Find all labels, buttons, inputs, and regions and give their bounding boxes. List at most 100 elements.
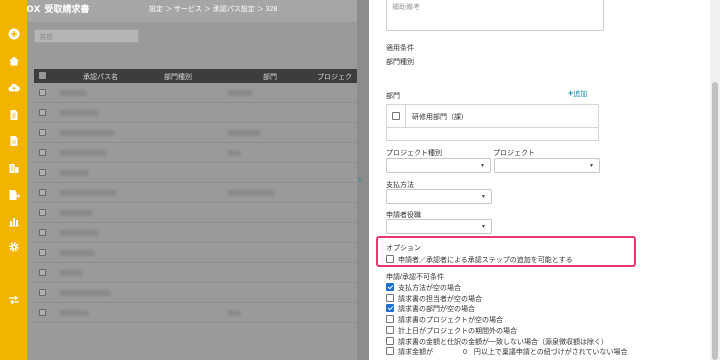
restriction-checkbox[interactable] xyxy=(386,325,394,334)
left-nav-rail xyxy=(0,0,27,360)
app-logo: invox受取請求書 xyxy=(27,1,89,15)
restriction-checkbox[interactable] xyxy=(386,336,394,345)
redacted-cell xyxy=(227,190,275,196)
option-add-step-label: 申請者／承認者による承認ステップの追加を可能とする xyxy=(398,257,573,264)
redacted-cell xyxy=(59,130,115,136)
cloud-upload-icon[interactable] xyxy=(7,81,20,94)
dept-label: 部門 xyxy=(386,93,400,100)
building-icon[interactable] xyxy=(7,161,20,174)
table-row[interactable] xyxy=(34,143,357,163)
table-row[interactable] xyxy=(34,203,357,223)
dept-row: 研修用部門（課） xyxy=(387,105,598,128)
options-title: オプション xyxy=(386,245,421,252)
row-checkbox[interactable] xyxy=(39,169,46,176)
table-row[interactable] xyxy=(34,263,357,283)
dept-row-checkbox[interactable] xyxy=(392,112,400,120)
document-arrow-icon[interactable] xyxy=(7,188,20,201)
add-dept-label: 追加 xyxy=(573,91,588,98)
redacted-cell xyxy=(59,210,93,216)
table-row[interactable] xyxy=(34,223,357,243)
table-row[interactable] xyxy=(34,163,357,183)
name-search-input[interactable]: 名前 xyxy=(34,29,139,43)
transfer-icon[interactable] xyxy=(7,293,20,306)
table-row[interactable] xyxy=(34,123,357,143)
redacted-cell xyxy=(227,90,253,96)
restriction-checkbox[interactable] xyxy=(386,293,394,302)
restriction-checkbox[interactable] xyxy=(386,347,394,356)
table-row[interactable] xyxy=(34,183,357,203)
gear-icon[interactable] xyxy=(7,240,20,253)
chevron-down-icon: ▼ xyxy=(589,163,594,169)
conditions-title: 適用条件 xyxy=(386,45,414,52)
redacted-cell xyxy=(59,90,87,96)
redacted-cell xyxy=(59,110,99,116)
table-row[interactable] xyxy=(34,83,357,103)
dept-table: 研修用部門（課） xyxy=(386,104,599,141)
redacted-cell xyxy=(59,290,111,296)
row-checkbox[interactable] xyxy=(39,249,46,256)
plus-circle-icon[interactable] xyxy=(7,27,20,40)
redacted-cell xyxy=(59,230,99,236)
redacted-cell xyxy=(59,310,89,316)
applicant-role-select[interactable]: ▼ xyxy=(386,219,492,234)
row-checkbox[interactable] xyxy=(39,309,46,316)
row-checkbox[interactable] xyxy=(39,189,46,196)
add-dept-link[interactable]: +追加 xyxy=(568,88,587,99)
remarks-placeholder: 補助備考 xyxy=(392,4,420,11)
row-checkbox[interactable] xyxy=(39,269,46,276)
payment-method-select[interactable]: ▼ xyxy=(386,189,492,204)
row-checkbox[interactable] xyxy=(39,229,46,236)
logo-text: invox xyxy=(27,1,41,15)
document-icon[interactable] xyxy=(7,108,20,121)
restriction-checkbox[interactable] xyxy=(386,283,394,291)
chart-icon[interactable] xyxy=(7,214,20,227)
redacted-cell xyxy=(59,170,89,176)
file-icon[interactable] xyxy=(7,134,20,147)
top-header: invox受取請求書 設定 ＞ サービス ＞ 承認パス設定 ＞ 328 xyxy=(27,0,357,22)
row-checkbox[interactable] xyxy=(39,209,46,216)
chevron-right-icon[interactable]: › xyxy=(358,174,368,186)
select-all-checkbox[interactable] xyxy=(39,72,46,79)
column-header-path-name: 承認パス名 xyxy=(83,74,118,81)
restriction-checkbox[interactable] xyxy=(386,304,394,313)
table-row[interactable] xyxy=(34,103,357,123)
dept-row-divider xyxy=(405,105,406,128)
column-header-project: プロジェク xyxy=(317,74,352,81)
panel-scrollbar[interactable] xyxy=(710,0,720,360)
home-icon[interactable] xyxy=(7,54,20,67)
project-type-select[interactable]: ▼ xyxy=(386,158,491,173)
chevron-down-icon: ▼ xyxy=(481,224,486,230)
restriction-label: 請求書の金額と仕訳の金額が一致しない場合（源泉徴収額は除く） xyxy=(398,338,608,346)
column-header-dept: 部門 xyxy=(263,74,277,81)
table-row[interactable] xyxy=(34,303,357,323)
table-row[interactable] xyxy=(34,243,357,263)
row-checkbox[interactable] xyxy=(39,289,46,296)
dept-item-label: 研修用部門（課） xyxy=(412,114,468,121)
row-checkbox[interactable] xyxy=(39,149,46,156)
restriction-label: 請求金額が 0 円以上で稟議申請との紐づけがされていない場合 xyxy=(398,349,628,357)
row-checkbox[interactable] xyxy=(39,109,46,116)
table-row[interactable] xyxy=(34,283,357,303)
dept-type-label: 部門種別 xyxy=(386,59,414,66)
scrollbar-thumb[interactable] xyxy=(712,82,718,360)
restriction-label: 請求書のプロジェクトが空の場合 xyxy=(398,317,503,325)
column-header-dept-type: 部門種別 xyxy=(164,74,192,81)
project-type-label: プロジェクト種別 xyxy=(386,150,442,157)
redacted-cell xyxy=(227,310,241,316)
redacted-cell xyxy=(59,250,95,256)
project-label: プロジェクト xyxy=(493,150,535,157)
restriction-label: 計上日がプロジェクトの期間外の場合 xyxy=(398,327,517,335)
project-select[interactable]: ▼ xyxy=(494,158,600,173)
row-checkbox[interactable] xyxy=(39,89,46,96)
remarks-textarea[interactable]: 補助備考 xyxy=(386,0,604,31)
chevron-down-icon: ▼ xyxy=(480,163,485,169)
background-list-page: invox受取請求書 設定 ＞ サービス ＞ 承認パス設定 ＞ 328 名前 承… xyxy=(27,0,357,360)
row-checkbox[interactable] xyxy=(39,129,46,136)
restriction-label: 支払方法が空の場合 xyxy=(398,285,461,292)
option-add-step-checkbox[interactable] xyxy=(386,255,394,263)
redacted-cell xyxy=(227,130,261,136)
approval-path-table: 承認パス名 部門種別 部門 プロジェク xyxy=(34,69,357,323)
restriction-label: 請求書の部門が空の場合 xyxy=(398,306,475,314)
restriction-checkbox[interactable] xyxy=(386,315,394,324)
restriction-title: 申請/承認不可条件 xyxy=(386,274,444,281)
